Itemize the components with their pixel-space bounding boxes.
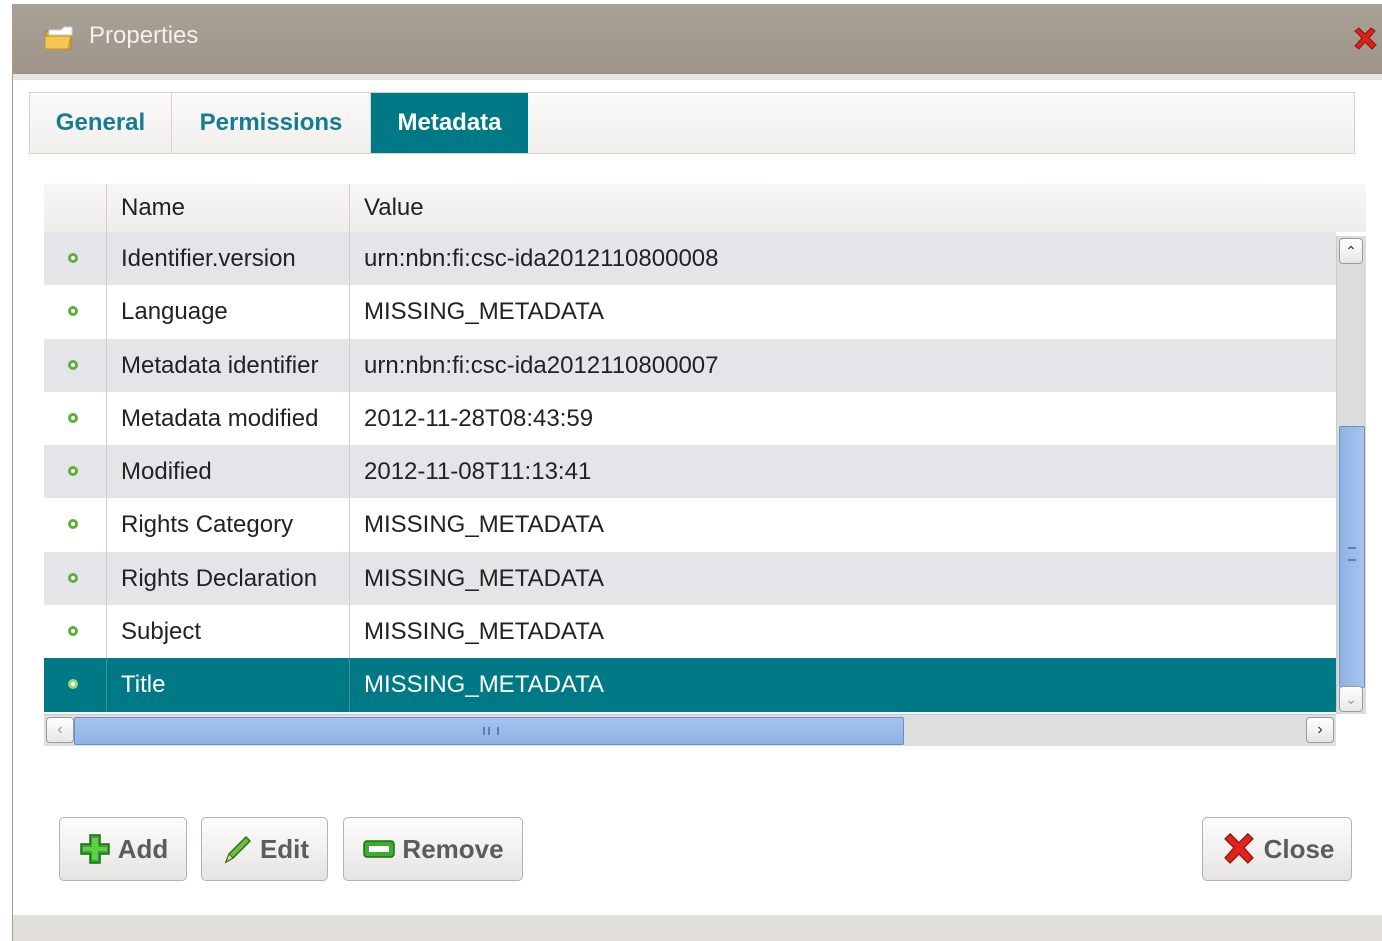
column-separator <box>349 338 350 393</box>
bullet-icon <box>68 253 78 263</box>
column-separator <box>349 445 350 500</box>
add-icon <box>79 834 110 864</box>
row-name: Rights Declaration <box>121 564 318 592</box>
grid-header: Name Value <box>44 184 1366 232</box>
bullet-icon <box>68 519 78 530</box>
scroll-down-icon[interactable]: ⌄ <box>1339 686 1363 712</box>
close-button-label: Close <box>1263 833 1335 864</box>
header-separator <box>106 184 107 232</box>
column-separator <box>349 232 350 286</box>
table-row[interactable]: Subject MISSING_METADATA <box>44 605 1336 660</box>
tab-general[interactable]: General <box>30 93 172 153</box>
bullet-icon <box>68 412 78 423</box>
column-separator <box>106 605 107 660</box>
dialog-title: Properties <box>89 22 199 49</box>
row-value: MISSING_METADATA <box>364 564 605 592</box>
folder-icon <box>44 26 73 50</box>
column-separator <box>349 605 350 660</box>
column-separator <box>106 391 107 446</box>
bullet-icon <box>68 679 78 690</box>
row-name: Metadata identifier <box>121 351 319 379</box>
close-icon <box>1223 832 1254 864</box>
table-row[interactable]: Identifier.version urn:nbn:fi:csc-ida201… <box>44 232 1336 286</box>
titlebar-divider <box>13 74 1382 80</box>
row-name: Subject <box>121 618 202 646</box>
row-value: 2012-11-28T08:43:59 <box>364 404 594 432</box>
scroll-up-icon[interactable]: ⌃ <box>1339 238 1363 264</box>
grip-icon <box>1348 547 1356 561</box>
tab-bar: General Permissions Metadata <box>29 92 1355 154</box>
table-row[interactable]: Metadata identifier urn:nbn:fi:csc-ida20… <box>44 338 1336 393</box>
bullet-icon <box>68 466 78 477</box>
pencil-icon <box>224 835 251 864</box>
remove-button-label: Remove <box>402 833 504 864</box>
bullet-icon <box>68 626 78 637</box>
column-separator <box>349 551 350 606</box>
titlebar[interactable]: Properties <box>13 4 1382 74</box>
bullet-icon <box>68 572 78 583</box>
tab-metadata[interactable]: Metadata <box>371 93 528 153</box>
row-value: 2012-11-08T11:13:41 <box>364 458 592 486</box>
horizontal-scrollbar[interactable]: ‹ › <box>44 714 1336 746</box>
table-row[interactable]: Modified 2012-11-08T11:13:41 <box>44 445 1336 500</box>
column-separator <box>106 445 107 500</box>
column-separator <box>106 338 107 393</box>
metadata-grid: Name Value Identifier.version urn:nbn:fi… <box>44 184 1366 748</box>
row-value: MISSING_METADATA <box>364 511 605 539</box>
table-row-selected[interactable]: Title MISSING_METADATA <box>44 658 1336 712</box>
row-name: Rights Category <box>121 511 294 539</box>
column-separator <box>349 498 350 553</box>
horizontal-scroll-thumb[interactable] <box>74 717 904 745</box>
dialog-footer <box>13 915 1382 941</box>
row-value: MISSING_METADATA <box>364 618 605 646</box>
column-separator <box>106 658 107 712</box>
header-separator <box>349 184 350 232</box>
scroll-right-icon[interactable]: › <box>1306 717 1334 743</box>
table-row[interactable]: Language MISSING_METADATA <box>44 285 1336 340</box>
table-row[interactable]: Metadata modified 2012-11-28T08:43:59 <box>44 391 1336 446</box>
remove-icon <box>363 840 396 858</box>
close-button[interactable]: Close <box>1202 817 1352 881</box>
row-name: Metadata modified <box>121 404 319 432</box>
column-separator <box>106 498 107 553</box>
column-separator <box>106 551 107 606</box>
scroll-left-icon[interactable]: ‹ <box>46 717 74 743</box>
edit-button[interactable]: Edit <box>201 817 328 881</box>
table-row[interactable]: Rights Category MISSING_METADATA <box>44 498 1336 553</box>
row-value: MISSING_METADATA <box>364 671 605 699</box>
add-button-label: Add <box>117 833 169 864</box>
row-value: urn:nbn:fi:csc-ida2012110800008 <box>364 245 719 272</box>
column-separator <box>349 391 350 446</box>
grid-rows: Identifier.version urn:nbn:fi:csc-ida201… <box>44 232 1336 712</box>
row-name: Title <box>121 671 166 699</box>
close-icon[interactable] <box>1350 24 1380 54</box>
add-button[interactable]: Add <box>59 817 187 881</box>
row-value: urn:nbn:fi:csc-ida2012110800007 <box>364 351 719 379</box>
bullet-icon <box>68 306 78 317</box>
edit-button-label: Edit <box>259 833 310 864</box>
tab-permissions[interactable]: Permissions <box>172 93 371 153</box>
bullet-icon <box>68 359 78 370</box>
column-header-value[interactable]: Value <box>364 184 424 232</box>
row-value: MISSING_METADATA <box>364 298 605 326</box>
vertical-scroll-thumb[interactable] <box>1339 426 1365 688</box>
column-header-name[interactable]: Name <box>121 184 185 232</box>
row-name: Language <box>121 298 228 326</box>
properties-dialog: Properties General Permissions Metadata … <box>12 4 1382 941</box>
column-separator <box>349 658 350 712</box>
column-separator <box>349 285 350 340</box>
grip-icon <box>483 727 499 735</box>
table-row[interactable]: Rights Declaration MISSING_METADATA <box>44 551 1336 606</box>
row-name: Identifier.version <box>121 245 296 272</box>
remove-button[interactable]: Remove <box>343 817 523 881</box>
vertical-scrollbar[interactable]: ⌃ ⌄ <box>1336 236 1366 714</box>
column-separator <box>106 232 107 286</box>
column-separator <box>106 285 107 340</box>
row-name: Modified <box>121 458 212 486</box>
